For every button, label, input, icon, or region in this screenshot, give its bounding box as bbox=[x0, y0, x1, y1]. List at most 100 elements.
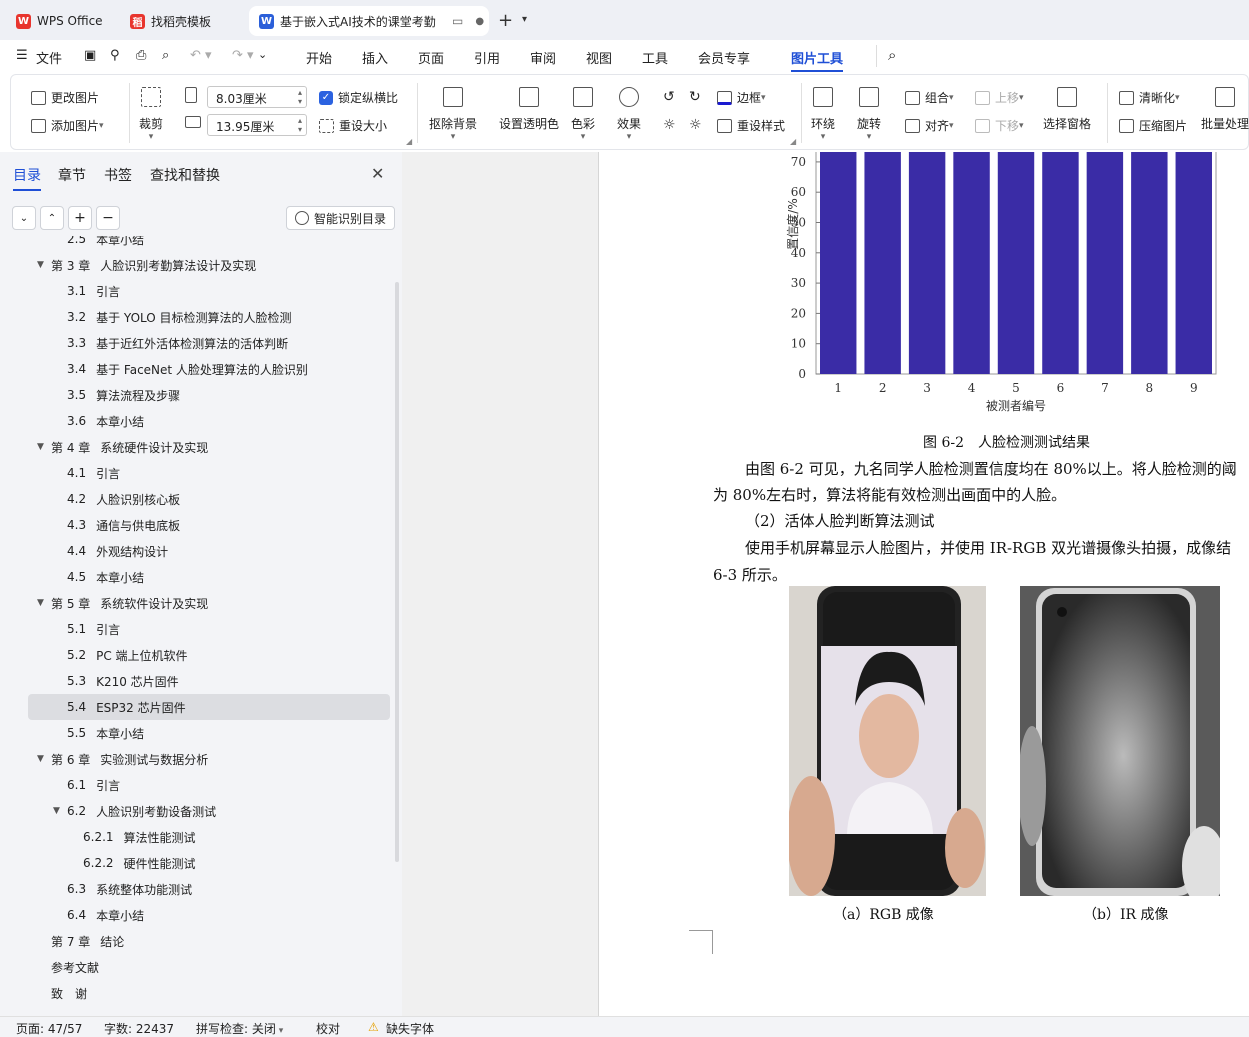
width-input[interactable]: 8.03厘米 ▴ ▾ bbox=[207, 86, 307, 108]
toc-item[interactable]: 4.3 通信与供电底板 bbox=[0, 512, 390, 538]
menu-view[interactable]: 视图 bbox=[586, 48, 612, 67]
toc-item[interactable]: 4.1 引言 bbox=[0, 460, 390, 486]
toc-item[interactable]: 4.2 人脸识别核心板 bbox=[0, 486, 390, 512]
toc-item[interactable]: 3.2 基于 YOLO 目标检测算法的人脸检测 bbox=[0, 304, 390, 330]
menu-picture-tools[interactable]: 图片工具 bbox=[791, 48, 844, 72]
menu-insert[interactable]: 插入 bbox=[362, 48, 388, 67]
undo-icon[interactable]: ↶ ▾ bbox=[190, 48, 212, 63]
tab-template[interactable]: 稻 找稻壳模板 bbox=[120, 6, 244, 36]
panel-tab-chapter[interactable]: 章节 bbox=[58, 165, 86, 185]
toc-item[interactable]: 5.5 本章小结 bbox=[0, 720, 390, 746]
toc-item[interactable]: ▼ 6.2 人脸识别考勤设备测试 bbox=[0, 798, 390, 824]
height-stepper-icon[interactable]: ▴ ▾ bbox=[298, 116, 302, 134]
expand-button[interactable]: ⌃ bbox=[40, 206, 64, 230]
dialog-launcher-icon[interactable]: ◢ bbox=[406, 137, 412, 146]
toc-expand-arrow-icon[interactable]: ▼ bbox=[37, 442, 47, 452]
reset-style-button[interactable]: 重设样式 bbox=[717, 117, 785, 134]
menu-tools[interactable]: 工具 bbox=[642, 48, 668, 67]
toc-item[interactable]: 6.1 引言 bbox=[0, 772, 390, 798]
panel-scrollbar[interactable] bbox=[395, 282, 399, 862]
toc-item[interactable]: 5.2 PC 端上位机软件 bbox=[0, 642, 390, 668]
toc-item[interactable]: 5.4 ESP32 芯片固件 bbox=[28, 694, 390, 720]
missing-font-button[interactable]: 缺失字体 bbox=[386, 1020, 434, 1037]
color-button[interactable]: 色彩 bbox=[571, 87, 595, 142]
reset-size-button[interactable]: 重设大小 bbox=[319, 117, 387, 134]
brightness-down-icon[interactable]: ☼ bbox=[689, 117, 702, 133]
remove-background-button[interactable]: 抠除背景 bbox=[429, 87, 477, 142]
tab-document[interactable]: W 基于嵌入式AI技术的课堂考勤 ▭ ● bbox=[249, 6, 489, 36]
set-transparent-button[interactable]: 设置透明色 bbox=[499, 87, 559, 132]
toc-item[interactable]: 2.5 本章小结 bbox=[0, 236, 390, 252]
brightness-up-icon[interactable]: ☼ bbox=[663, 117, 676, 133]
toc-expand-arrow-icon[interactable]: ▼ bbox=[37, 598, 47, 608]
lock-ratio-checkbox[interactable]: ✓ 锁定纵横比 bbox=[319, 89, 398, 106]
toc-item[interactable]: 6.2.2 硬件性能测试 bbox=[0, 850, 390, 876]
toc-expand-arrow-icon[interactable]: ▼ bbox=[37, 260, 47, 270]
new-tab-plus-icon[interactable]: + bbox=[498, 10, 513, 31]
toc-item[interactable]: 致 谢 bbox=[0, 980, 390, 1006]
add-heading-button[interactable]: + bbox=[68, 206, 92, 230]
save-icon[interactable]: ▣ bbox=[84, 48, 96, 63]
wrap-button[interactable]: 环绕 bbox=[811, 87, 835, 142]
move-up-button[interactable]: 上移 bbox=[975, 89, 1024, 106]
height-input[interactable]: 13.95厘米 ▴ ▾ bbox=[207, 114, 307, 136]
share-icon[interactable]: ⚲ bbox=[110, 48, 120, 63]
hamburger-icon[interactable]: ☰ bbox=[16, 48, 28, 63]
rgb-phone-photo[interactable] bbox=[789, 586, 986, 896]
toc-item[interactable]: 3.3 基于近红外活体检测算法的活体判断 bbox=[0, 330, 390, 356]
toc-item[interactable]: 3.5 算法流程及步骤 bbox=[0, 382, 390, 408]
width-stepper-icon[interactable]: ▴ ▾ bbox=[298, 88, 302, 106]
panel-tab-toc[interactable]: 目录 bbox=[13, 165, 41, 191]
redo-icon[interactable]: ↷ ▾ bbox=[232, 48, 254, 63]
menu-start[interactable]: 开始 bbox=[306, 48, 332, 67]
menu-references[interactable]: 引用 bbox=[474, 48, 500, 67]
toc-item[interactable]: 4.5 本章小结 bbox=[0, 564, 390, 590]
selection-pane-button[interactable]: 选择窗格 bbox=[1043, 87, 1091, 132]
page-counter[interactable]: 页面: 47/57 bbox=[16, 1020, 82, 1037]
change-image-button[interactable]: 更改图片 bbox=[31, 89, 99, 106]
print-preview-icon[interactable]: ⌕ bbox=[162, 48, 169, 63]
quick-access-chevron-icon[interactable]: ⌄ bbox=[258, 48, 267, 61]
border-button[interactable]: 边框 bbox=[717, 89, 766, 106]
word-count[interactable]: 字数: 22437 bbox=[104, 1020, 174, 1037]
menu-file[interactable]: 文件 bbox=[36, 48, 62, 67]
toc-item[interactable]: 6.2.1 算法性能测试 bbox=[0, 824, 390, 850]
group-button[interactable]: 组合 bbox=[905, 89, 954, 106]
proofread-button[interactable]: 校对 bbox=[316, 1020, 340, 1037]
compress-image-button[interactable]: 压缩图片 bbox=[1119, 117, 1187, 134]
menu-member[interactable]: 会员专享 bbox=[698, 48, 750, 67]
rotate-right-icon[interactable]: ↻ bbox=[689, 89, 701, 105]
toc-item[interactable]: 3.4 基于 FaceNet 人脸处理算法的人脸识别 bbox=[0, 356, 390, 382]
bar-chart[interactable]: 1 2 3 4 5 6 7 8 9010203040506070被测者编号置信度/% bbox=[779, 152, 1219, 422]
menu-page[interactable]: 页面 bbox=[418, 48, 444, 67]
toc-item[interactable]: 6.3 系统整体功能测试 bbox=[0, 876, 390, 902]
toc-item[interactable]: ▼ 第 3 章人脸识别考勤算法设计及实现 bbox=[0, 252, 390, 278]
collapse-button[interactable]: ⌄ bbox=[12, 206, 36, 230]
toc-item[interactable]: 6.4 本章小结 bbox=[0, 902, 390, 928]
align-button[interactable]: 对齐 bbox=[905, 117, 954, 134]
toc-item[interactable]: 参考文献 bbox=[0, 954, 390, 980]
ir-phone-photo[interactable] bbox=[1020, 586, 1220, 896]
toc-item[interactable]: ▼ 第 5 章系统软件设计及实现 bbox=[0, 590, 390, 616]
menu-review[interactable]: 审阅 bbox=[530, 48, 556, 67]
rotate-button[interactable]: 旋转 bbox=[857, 87, 881, 142]
panel-tab-bookmark[interactable]: 书签 bbox=[104, 165, 132, 185]
crop-button[interactable]: 裁剪 bbox=[139, 87, 163, 142]
toc-item[interactable]: ▼ 第 6 章实验测试与数据分析 bbox=[0, 746, 390, 772]
toc-item[interactable]: 4.4 外观结构设计 bbox=[0, 538, 390, 564]
effect-button[interactable]: 效果 bbox=[617, 87, 641, 142]
toc-item[interactable]: 3.6 本章小结 bbox=[0, 408, 390, 434]
remove-heading-button[interactable]: − bbox=[96, 206, 120, 230]
sharpen-button[interactable]: 清晰化 bbox=[1119, 89, 1180, 106]
spell-check-toggle[interactable]: 拼写检查: 关闭 bbox=[196, 1020, 283, 1037]
rotate-left-icon[interactable]: ↺ bbox=[663, 89, 675, 105]
unsaved-dot-icon[interactable]: ● bbox=[475, 16, 484, 27]
move-down-button[interactable]: 下移 bbox=[975, 117, 1024, 134]
toc-item[interactable]: 5.1 引言 bbox=[0, 616, 390, 642]
search-icon[interactable]: ⌕ bbox=[888, 46, 896, 64]
panel-tab-find-replace[interactable]: 查找和替换 bbox=[150, 165, 220, 185]
toc-item[interactable]: 第 7 章结论 bbox=[0, 928, 390, 954]
toc-expand-arrow-icon[interactable]: ▼ bbox=[37, 754, 47, 764]
print-icon[interactable]: ⎙ bbox=[136, 48, 146, 63]
toc-item[interactable]: 5.3 K210 芯片固件 bbox=[0, 668, 390, 694]
